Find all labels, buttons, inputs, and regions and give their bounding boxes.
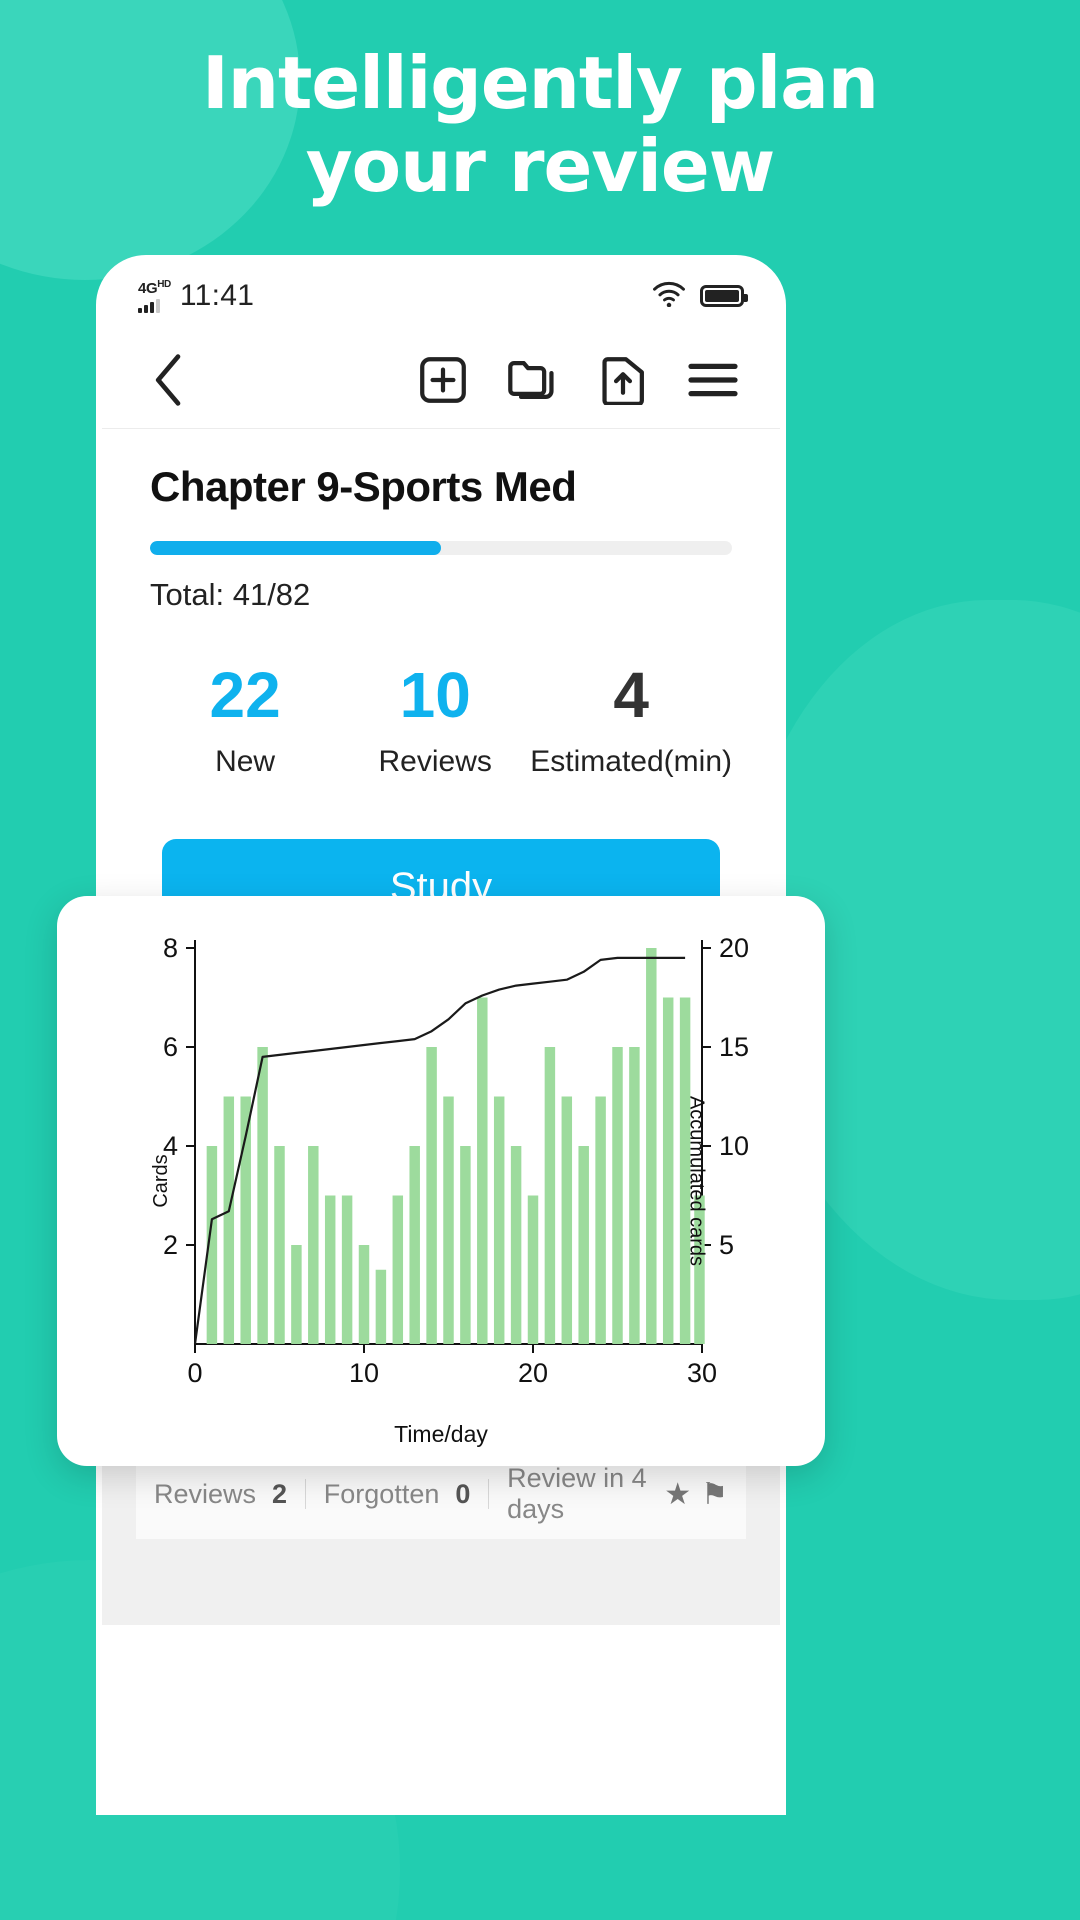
stat-reviews-value: 10: [399, 659, 471, 731]
network-indicator: 4GHD: [138, 280, 171, 313]
battery-icon: [700, 285, 748, 307]
decks-folder-icon[interactable]: [500, 347, 566, 413]
promo-headline: Intelligently plan your review: [0, 42, 1080, 208]
status-bar-left: 4GHD 11:41: [138, 279, 254, 313]
chart-y2-axis-label: Accumulated cards: [685, 1095, 708, 1267]
footer-forgotten-label: Forgotten: [323, 1478, 440, 1509]
svg-text:2: 2: [163, 1230, 178, 1260]
chart-x-axis-label: Time/day: [394, 1421, 488, 1447]
deck-progress-bar: [150, 541, 732, 555]
status-bar-right: [652, 281, 748, 312]
svg-text:8: 8: [163, 933, 178, 963]
headline-line-2: your review: [305, 123, 776, 208]
svg-text:15: 15: [719, 1032, 749, 1062]
forecast-chart-card: 2 4 6 8 5 10 15 20 0 10 20 30 Cards Accumulated car…: [57, 896, 825, 1466]
svg-text:6: 6: [163, 1032, 178, 1062]
stat-estimated-value: 4: [613, 659, 649, 731]
add-card-icon[interactable]: [410, 347, 476, 413]
svg-text:5: 5: [719, 1230, 734, 1260]
export-upload-icon[interactable]: [590, 347, 656, 413]
svg-text:10: 10: [349, 1358, 379, 1388]
footer-divider-1: [305, 1479, 306, 1509]
hamburger-menu-icon[interactable]: [680, 347, 746, 413]
status-bar: 4GHD 11:41: [102, 261, 780, 331]
wifi-icon: [652, 281, 686, 312]
svg-text:20: 20: [719, 933, 749, 963]
deck-title: Chapter 9-Sports Med: [150, 463, 577, 510]
stat-new: 22 New: [150, 663, 340, 779]
star-icon[interactable]: ★: [664, 1477, 691, 1512]
footer-reviews-value: 2: [272, 1478, 288, 1509]
deck-stats-row: 22 New 10 Reviews 4 Estimated(min): [150, 663, 732, 779]
stat-new-label: New: [215, 745, 276, 778]
stat-estimated-label: Estimated(min): [530, 745, 732, 778]
deck-toolbar: [102, 331, 780, 429]
headline-line-1: Intelligently plan: [201, 41, 879, 125]
svg-text:10: 10: [719, 1131, 749, 1161]
footer-reviews-label: Reviews: [154, 1478, 257, 1509]
back-chevron-icon[interactable]: [136, 347, 202, 413]
svg-text:20: 20: [518, 1358, 548, 1388]
footer-review-in-label: Review in 4 days: [507, 1463, 647, 1524]
deck-total-label: Total: 41/82: [150, 577, 311, 612]
chart-y-axis-label: Cards: [150, 1154, 173, 1208]
network-label: 4GHD: [138, 279, 171, 297]
deck-progress-fill: [150, 541, 441, 555]
deck-body: Chapter 9-Sports Med Total: 41/82 22 New…: [102, 429, 780, 935]
status-bar-clock: 11:41: [179, 279, 255, 312]
flag-icon[interactable]: ⚑: [701, 1477, 728, 1512]
stat-new-value: 22: [209, 659, 281, 731]
forecast-chart: 2 4 6 8 5 10 15 20 0 10 20 30 Cards Accumulated car…: [57, 896, 825, 1466]
footer-forgotten-value: 0: [455, 1478, 471, 1509]
stat-estimated: 4 Estimated(min): [530, 663, 732, 779]
stat-reviews: 10 Reviews: [340, 663, 530, 779]
svg-text:30: 30: [687, 1358, 717, 1388]
svg-text:0: 0: [187, 1358, 202, 1388]
stat-reviews-label: Reviews: [378, 745, 492, 778]
footer-divider-2: [488, 1479, 490, 1509]
signal-bars-icon: [138, 298, 160, 313]
